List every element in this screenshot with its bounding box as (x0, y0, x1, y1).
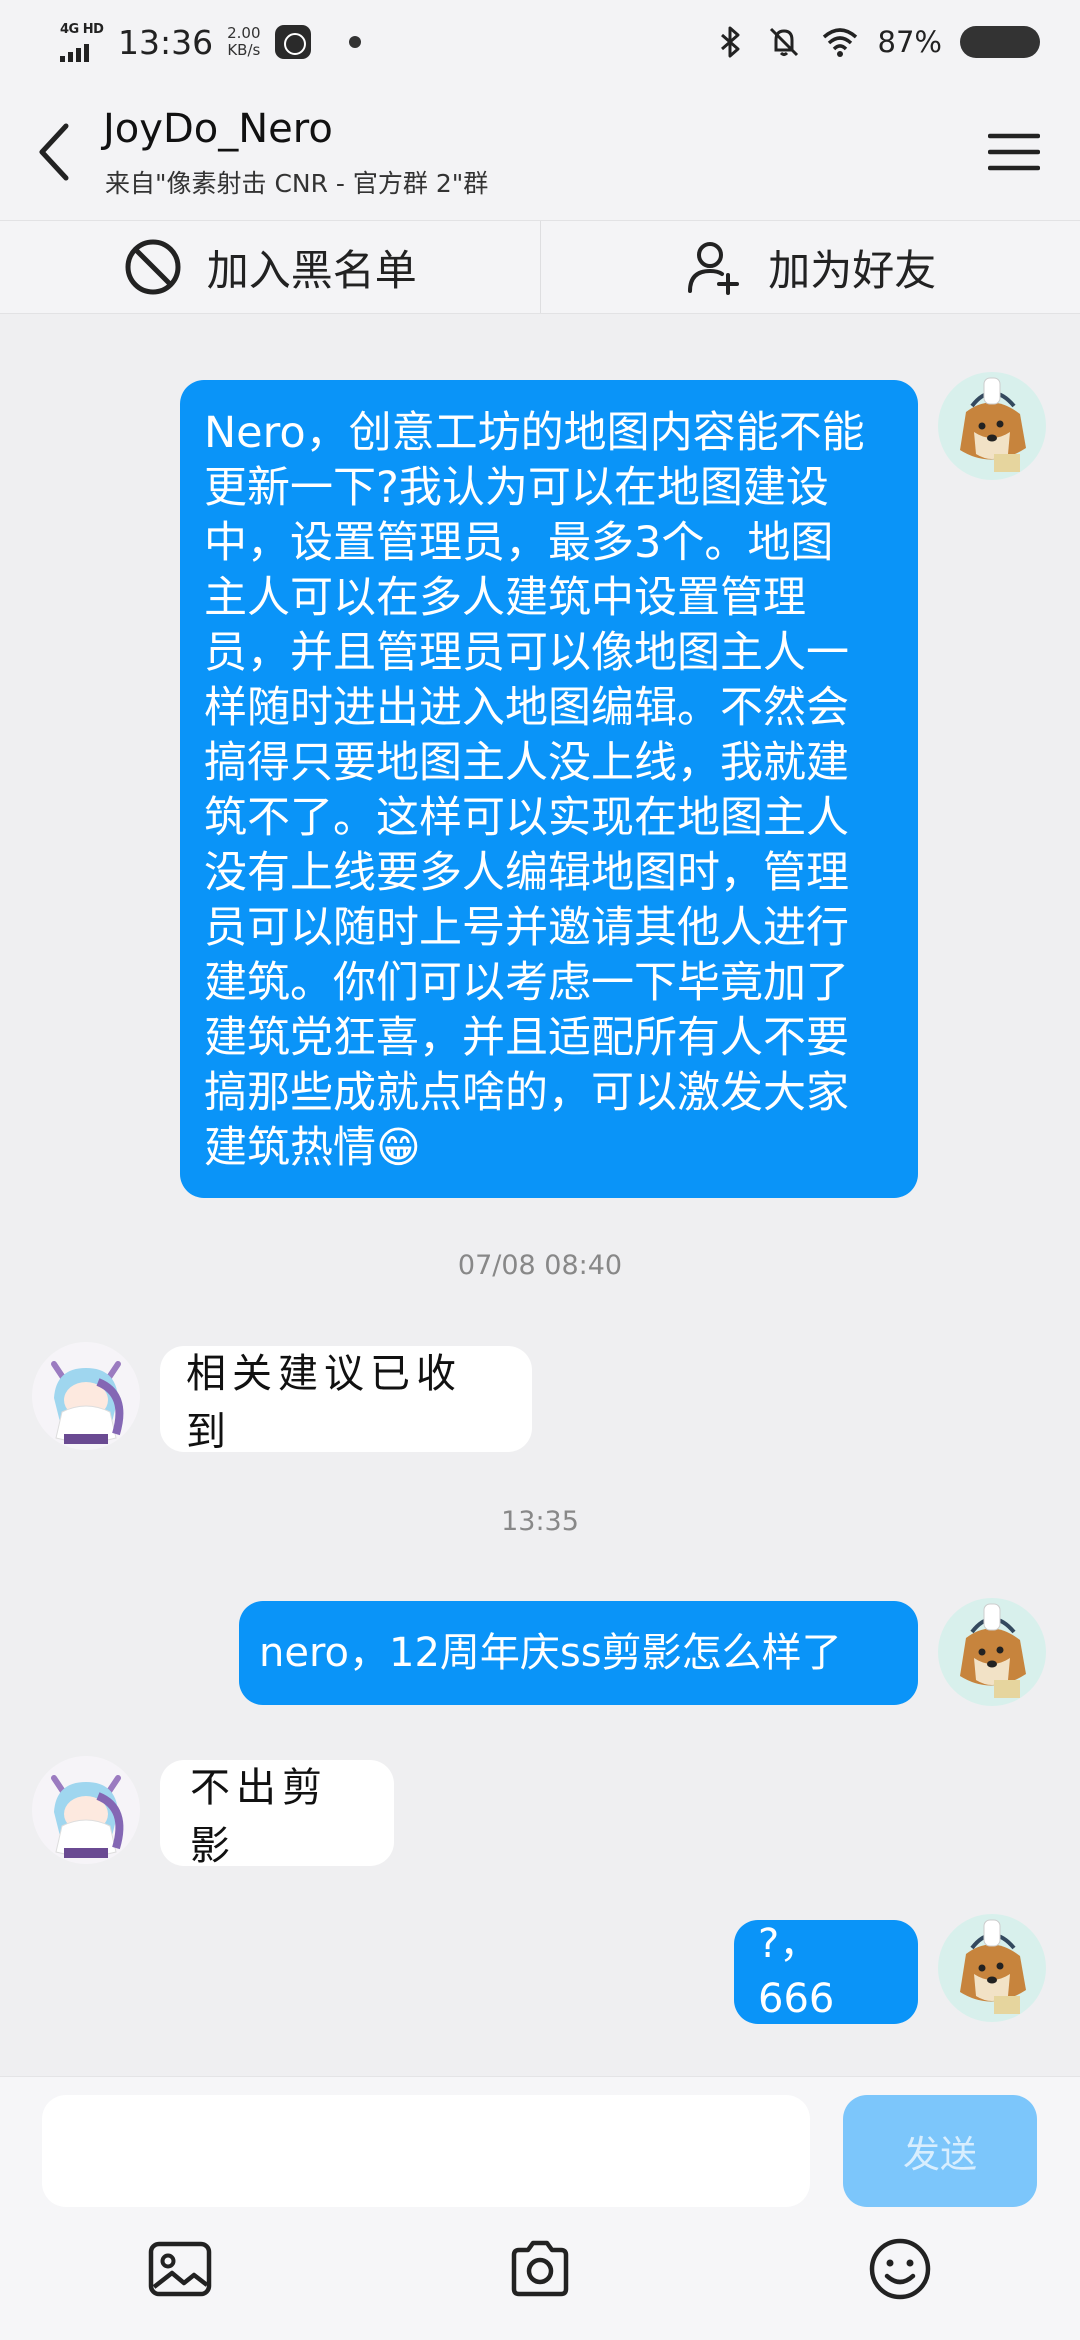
network-type: 4G HD (60, 22, 104, 37)
add-friend-label: 加为好友 (768, 245, 937, 295)
outgoing-message-bubble[interactable]: Nero，创意工坊的地图内容能不能 更新一下?我认为可以在地图建设 中，设置管理… (180, 380, 918, 1198)
signal-icon: 4G HD (58, 20, 106, 64)
message-line: 筑不了。这样可以实现在地图主人 (204, 793, 849, 843)
message-line: Nero，创意工坊的地图内容能不能 (204, 408, 865, 458)
emoji-icon[interactable] (866, 2235, 934, 2303)
timestamp: 07/08 08:40 (457, 1250, 623, 1281)
message-text: 相关建议已收到 (186, 1351, 462, 1455)
status-bar: 4G HD 13:36 2.00 KB/s 87% (0, 0, 1080, 84)
timestamp: 13:35 (501, 1506, 579, 1537)
network-speed: 2.00 KB/s (227, 25, 260, 59)
dog-avatar-icon (938, 372, 1046, 480)
bluetooth-icon (720, 26, 740, 58)
message-line: 建筑党狂喜，并且适配所有人不要 (204, 1013, 849, 1063)
message-input[interactable] (42, 2095, 810, 2207)
self-avatar[interactable] (938, 372, 1046, 480)
outgoing-message-bubble[interactable]: nero，12周年庆ss剪影怎么样了 (239, 1601, 918, 1705)
wifi-icon (822, 28, 857, 57)
message-line: 员，并且管理员可以像地图主人一 (204, 628, 849, 678)
notification-dot (348, 36, 361, 48)
chat-header: JoyDo_Nero 来自"像素射击 CNR - 官方群 2"群 (0, 84, 1080, 220)
message-line: 搞那些成就点啥的，可以激发大家 (204, 1068, 849, 1118)
message-line: 建筑。你们可以考虑一下毕竟加了 (204, 958, 849, 1008)
message-line: 主人可以在多人建筑中设置管理 (204, 573, 806, 623)
app-icon (274, 25, 311, 59)
page-subtitle: 来自"像素射击 CNR - 官方群 2"群 (105, 169, 489, 198)
contact-avatar[interactable] (32, 1342, 140, 1450)
composer: 发送 (0, 2076, 1080, 2340)
speed-unit: KB/s (227, 41, 261, 59)
block-button[interactable]: 加入黑名单 (0, 221, 540, 313)
message-text: 建筑热情 (204, 1123, 376, 1173)
message-text: 不出剪影 (190, 1765, 328, 1869)
action-bar: 加入黑名单 加为好友 (0, 220, 1080, 314)
add-friend-button[interactable]: 加为好友 (539, 221, 1080, 313)
camera-icon[interactable] (506, 2235, 574, 2303)
page-title: JoyDo_Nero (103, 106, 333, 152)
contact-avatar[interactable] (32, 1756, 140, 1864)
battery-icon (960, 26, 1040, 58)
status-time: 13:36 (118, 22, 214, 62)
self-avatar[interactable] (938, 1914, 1046, 2022)
anime-avatar-icon (32, 1756, 140, 1864)
self-avatar[interactable] (938, 1598, 1046, 1706)
incoming-message-bubble[interactable]: 不出剪影 (160, 1760, 394, 1869)
outgoing-message-bubble[interactable]: ?，666 (734, 1920, 918, 2024)
message-line: 更新一下?我认为可以在地图建设 (204, 463, 829, 513)
message-line: 搞得只要地图主人没上线，我就建 (204, 738, 849, 788)
mute-icon (769, 27, 798, 57)
message-line: 中，设置管理员，最多3个。地图 (204, 518, 834, 568)
dog-avatar-icon (938, 1598, 1046, 1706)
message-line: 没有上线要多人编辑地图时，管理 (204, 848, 849, 898)
speed-value: 2.00 (227, 24, 261, 42)
menu-icon[interactable] (988, 126, 1040, 178)
message-line: 建筑热情😁 (204, 1121, 894, 1176)
message-text: nero，12周年庆ss剪影怎么样了 (259, 1629, 842, 1676)
dog-avatar-icon (938, 1914, 1046, 2022)
incoming-message-bubble[interactable]: 相关建议已收到 (160, 1346, 532, 1455)
battery-percent: 87% (877, 25, 942, 59)
image-icon[interactable] (146, 2235, 214, 2303)
block-icon (125, 239, 181, 295)
message-line: 样随时进出进入地图编辑。不然会 (204, 683, 849, 733)
back-icon[interactable] (34, 120, 74, 184)
add-user-icon (688, 242, 740, 295)
anime-avatar-icon (32, 1342, 140, 1450)
send-button[interactable]: 发送 (843, 2095, 1037, 2207)
message-line: 员可以随时上号并邀请其他人进行 (204, 903, 849, 953)
message-text: ?，666 (758, 1921, 835, 2022)
block-label: 加入黑名单 (206, 245, 417, 295)
grin-emoji-icon: 😁 (376, 1123, 421, 1173)
